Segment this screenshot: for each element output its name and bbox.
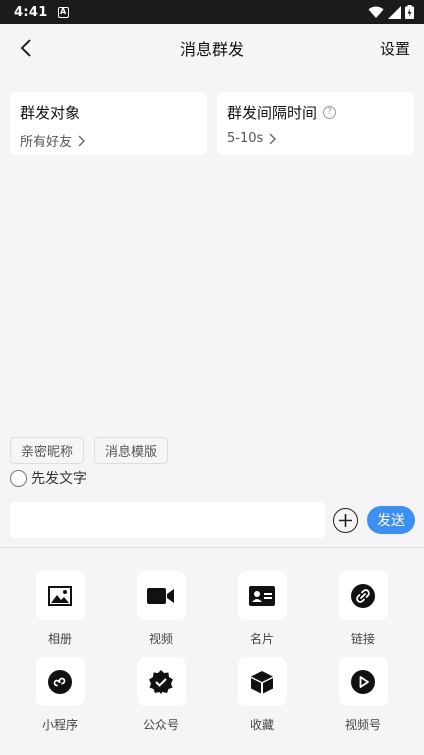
- battery-icon: [405, 5, 414, 19]
- tool-label: 名片: [249, 632, 274, 646]
- image-icon: [48, 585, 72, 606]
- target-card-title: 群发对象: [20, 104, 81, 122]
- contact-card-icon: [249, 585, 275, 606]
- help-icon[interactable]: ?: [323, 106, 337, 119]
- link-icon: [351, 583, 375, 608]
- screen: 4:41 A 消息群发 设置 群发对象 所有好友 群发间隔时间 ? 5-10s …: [0, 0, 424, 755]
- back-arrow-icon: [20, 39, 31, 57]
- interval-card[interactable]: 群发间隔时间 ? 5-10s: [217, 92, 414, 155]
- tool-label: 视频号: [344, 718, 381, 732]
- tool-icon-box: [338, 657, 388, 706]
- settings-button[interactable]: 设置: [380, 38, 410, 59]
- wifi-icon: [368, 6, 384, 18]
- interval-card-value: 5-10s: [227, 131, 264, 146]
- text-first-radio[interactable]: [10, 469, 27, 487]
- tool-link[interactable]: 链接: [318, 571, 408, 651]
- tool-icon-box: [237, 571, 287, 620]
- plus-icon: [339, 514, 352, 527]
- tool-contact-card[interactable]: 名片: [217, 571, 307, 651]
- tool-icon-box: [237, 657, 287, 706]
- insert-tags: 亲密昵称 消息模版: [10, 437, 169, 464]
- attachment-panel: 相册 视频 名片 链接 小程序 公众号 收藏 视频号: [0, 548, 424, 755]
- mini-program-icon: [48, 669, 72, 694]
- interval-card-value-row: 5-10s: [227, 131, 404, 146]
- message-input[interactable]: [10, 502, 325, 538]
- tool-favorites[interactable]: 收藏: [217, 657, 307, 737]
- tag-nickname[interactable]: 亲密昵称: [10, 437, 85, 464]
- tool-icon-box: [136, 571, 186, 620]
- back-button[interactable]: [14, 36, 38, 60]
- send-button[interactable]: 发送: [367, 506, 415, 534]
- add-attachment-button[interactable]: [333, 508, 358, 533]
- target-card[interactable]: 群发对象 所有好友: [10, 92, 207, 155]
- verified-badge-icon: [149, 669, 173, 694]
- tool-icon-box: [338, 571, 388, 620]
- notification-icon: A: [57, 6, 69, 18]
- navigation-bar: 消息群发 设置: [0, 24, 424, 72]
- tool-label: 小程序: [41, 718, 78, 732]
- status-time: 4:41: [14, 4, 48, 20]
- status-bar: 4:41 A: [0, 0, 424, 24]
- tool-video[interactable]: 视频: [116, 571, 206, 651]
- target-card-value: 所有好友: [20, 135, 73, 150]
- tool-icon-box: [136, 657, 186, 706]
- text-first-label: 先发文字: [31, 471, 87, 487]
- tool-channels[interactable]: 视频号: [318, 657, 408, 737]
- signal-icon: [388, 5, 401, 19]
- tool-label: 链接: [350, 632, 375, 646]
- chevron-right-icon: [269, 133, 277, 144]
- interval-card-title: 群发间隔时间: [227, 104, 318, 122]
- tool-icon-box: [35, 571, 85, 620]
- cube-icon: [251, 670, 273, 693]
- tool-label: 公众号: [142, 718, 179, 732]
- tool-album[interactable]: 相册: [15, 571, 105, 651]
- video-camera-icon: [147, 587, 174, 604]
- page-title: 消息群发: [179, 40, 244, 59]
- text-first-option[interactable]: 先发文字: [10, 468, 87, 488]
- tool-mini-program[interactable]: 小程序: [15, 657, 105, 737]
- tool-official-account[interactable]: 公众号: [116, 657, 206, 737]
- status-icons: [368, 5, 414, 19]
- play-circle-icon: [351, 669, 375, 694]
- tool-label: 相册: [47, 632, 72, 646]
- tool-label: 视频: [148, 632, 173, 646]
- chevron-right-icon: [78, 135, 86, 146]
- tool-label: 收藏: [249, 718, 274, 732]
- tool-icon-box: [35, 657, 85, 706]
- interval-card-title-row: 群发间隔时间 ?: [227, 102, 404, 123]
- target-card-value-row: 所有好友: [20, 131, 197, 150]
- tag-template[interactable]: 消息模版: [94, 437, 169, 464]
